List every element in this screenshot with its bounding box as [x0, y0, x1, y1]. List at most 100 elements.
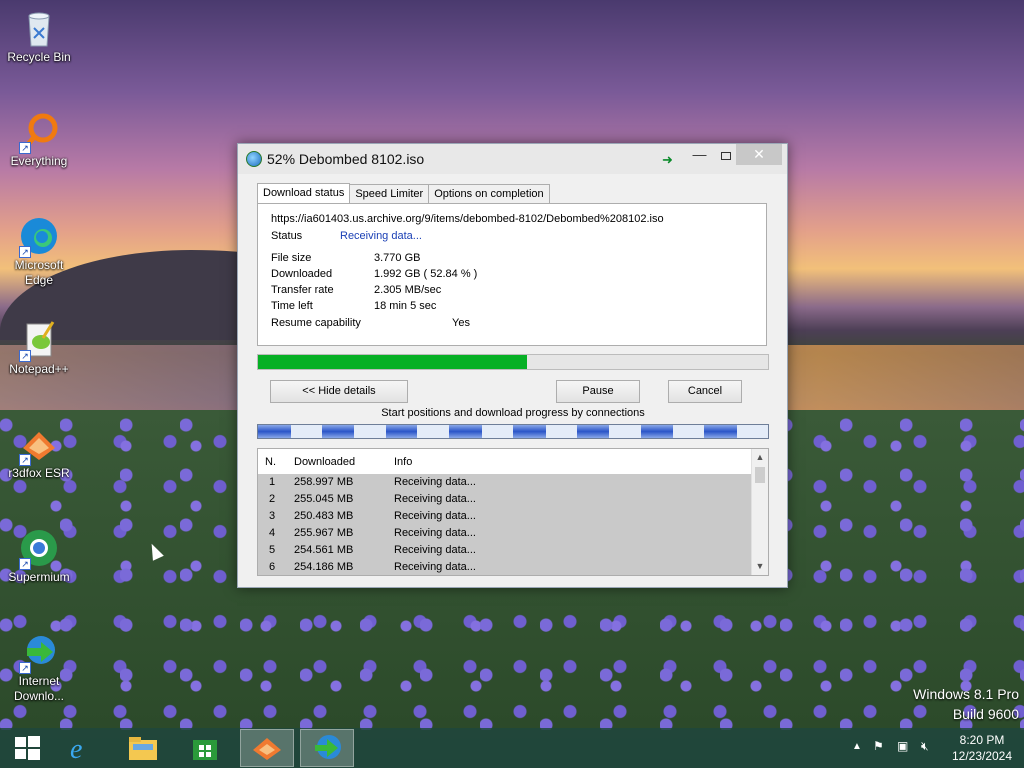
connection-segment-progress	[576, 425, 610, 438]
table-row[interactable]: 2 255.045 MB Receiving data...	[258, 491, 751, 508]
download-status-panel: https://ia601403.us.archive.org/9/items/…	[257, 203, 767, 346]
scroll-thumb[interactable]	[755, 467, 765, 483]
tab-bar: Download status Speed Limiter Options on…	[257, 183, 550, 204]
taskbar-internet-explorer[interactable]: e	[54, 729, 108, 767]
start-icon	[15, 736, 40, 760]
connection-segment	[513, 425, 577, 438]
connection-segment-progress	[640, 425, 673, 438]
window-title: 52% Debombed 8102.iso	[267, 151, 425, 167]
shortcut-arrow-icon: ↗	[19, 246, 31, 258]
tab-speed-limiter[interactable]: Speed Limiter	[349, 184, 430, 204]
network-icon[interactable]: ▣	[897, 739, 908, 768]
volume-muted-icon[interactable]: 🔇︎	[921, 739, 929, 768]
row-downloaded: 255.967 MB	[294, 527, 354, 539]
row-info: Receiving data...	[394, 544, 476, 556]
connection-segment	[385, 425, 450, 438]
shortcut-arrow-icon: ↗	[19, 142, 31, 154]
table-row[interactable]: 1 258.997 MB Receiving data...	[258, 474, 751, 491]
connection-segment	[576, 425, 641, 438]
connection-segment	[258, 425, 322, 438]
file-size-row: File size 3.770 GB	[271, 252, 420, 264]
table-scrollbar[interactable]: ▲ ▼	[751, 449, 768, 575]
minimize-button[interactable]: —	[686, 146, 713, 168]
desktop-icon-label: r3dfox ESR	[8, 466, 70, 480]
desktop-icon-edge[interactable]: ↗ Microsoft Edge	[0, 216, 78, 288]
desktop-icon-supermium[interactable]: ↗ Supermium	[0, 528, 78, 585]
title-bar[interactable]: 52% Debombed 8102.iso ➜ — ✕	[238, 144, 787, 174]
row-number: 6	[269, 561, 276, 573]
start-button[interactable]	[0, 729, 54, 767]
action-center-flag-icon[interactable]: ⚑	[873, 739, 884, 768]
transfer-rate-label: Transfer rate	[271, 284, 334, 296]
column-header-downloaded[interactable]: Downloaded	[294, 456, 355, 468]
table-body: 1 258.997 MB Receiving data... 2 255.045…	[258, 474, 751, 575]
edge-icon: ↗	[19, 216, 59, 258]
row-downloaded: 254.561 MB	[294, 544, 354, 556]
resume-capability-row: Resume capability Yes	[271, 317, 470, 329]
table-row[interactable]: 3 250.483 MB Receiving data...	[258, 508, 751, 525]
column-header-info[interactable]: Info	[394, 456, 412, 468]
row-number: 2	[269, 493, 276, 505]
status-value: Receiving data...	[340, 230, 422, 242]
taskbar-clock[interactable]: 8:20 PM 12/23/2024	[946, 732, 1018, 768]
row-downloaded: 258.997 MB	[294, 476, 354, 488]
connection-segment	[321, 425, 386, 438]
row-downloaded: 254.186 MB	[294, 561, 354, 573]
status-label: Status	[271, 230, 303, 242]
file-size-label: File size	[271, 252, 312, 264]
row-info: Receiving data...	[394, 510, 476, 522]
shortcut-arrow-icon: ↗	[19, 558, 31, 570]
resume-capability-value: Yes	[452, 317, 470, 329]
taskbar-idm[interactable]	[300, 729, 354, 767]
idm-icon	[315, 735, 341, 759]
hide-details-button[interactable]: << Hide details	[270, 380, 408, 403]
shortcut-arrow-icon: ↗	[19, 662, 31, 674]
time-left-value: 18 min 5 sec	[374, 300, 437, 312]
connection-segment-progress	[513, 425, 546, 438]
connections-label: Start positions and download progress by…	[381, 407, 645, 419]
download-url: https://ia601403.us.archive.org/9/items/…	[271, 213, 664, 225]
table-row[interactable]: 6 254.186 MB Receiving data...	[258, 559, 751, 575]
desktop-icon-label: Microsoft Edge	[14, 258, 64, 287]
taskbar-file-explorer[interactable]	[116, 729, 170, 767]
shortcut-arrow-icon: ↗	[19, 454, 31, 466]
row-info: Receiving data...	[394, 561, 476, 573]
minimize-to-tray-icon[interactable]: ➜	[662, 152, 673, 168]
row-downloaded: 255.045 MB	[294, 493, 354, 505]
file-size-value: 3.770 GB	[374, 252, 421, 264]
table-row[interactable]: 5 254.561 MB Receiving data...	[258, 542, 751, 559]
scroll-down-icon[interactable]: ▼	[752, 558, 768, 575]
connection-segment-progress	[704, 425, 738, 438]
scroll-up-icon[interactable]: ▲	[752, 449, 768, 466]
pause-button[interactable]: Pause	[556, 380, 640, 403]
taskbar-r3dfox[interactable]	[240, 729, 294, 767]
download-progress-fill	[258, 355, 528, 369]
desktop-icon-r3dfox[interactable]: ↗ r3dfox ESR	[0, 424, 78, 481]
close-button[interactable]: ✕	[736, 144, 782, 165]
watermark-edition: Windows 8.1 Pro	[913, 686, 1019, 702]
desktop-icon-recycle-bin[interactable]: Recycle Bin	[0, 8, 78, 65]
clock-date: 12/23/2024	[951, 749, 1013, 763]
desktop-icon-label: Supermium	[8, 570, 70, 584]
store-icon	[193, 740, 217, 760]
tab-download-status[interactable]: Download status	[257, 183, 351, 204]
downloaded-label: Downloaded	[271, 268, 333, 280]
cancel-button[interactable]: Cancel	[668, 380, 742, 403]
desktop-icon-label: Recycle Bin	[7, 50, 71, 64]
watermark-build: Build 9600	[952, 706, 1019, 722]
idm-icon	[246, 151, 262, 167]
time-left-row: Time left 18 min 5 sec	[271, 300, 436, 312]
table-row[interactable]: 4 255.967 MB Receiving data...	[258, 525, 751, 542]
desktop-icon-idm[interactable]: ↗ Internet Downlo...	[0, 632, 78, 704]
show-hidden-icons-button[interactable]: ▲	[852, 741, 862, 768]
column-header-number[interactable]: N.	[265, 456, 276, 468]
desktop-icon-notepad-plus-plus[interactable]: ↗ Notepad++	[0, 320, 78, 377]
desktop-icon-label: Everything	[10, 154, 68, 168]
desktop-icon-label: Notepad++	[9, 362, 69, 376]
desktop-icon-everything[interactable]: ↗ Everything	[0, 112, 78, 169]
maximize-button[interactable]	[712, 146, 739, 168]
row-info: Receiving data...	[394, 476, 476, 488]
connection-segment-progress	[385, 425, 418, 438]
taskbar-store[interactable]	[178, 729, 232, 767]
tab-options-on-completion[interactable]: Options on completion	[428, 184, 550, 204]
